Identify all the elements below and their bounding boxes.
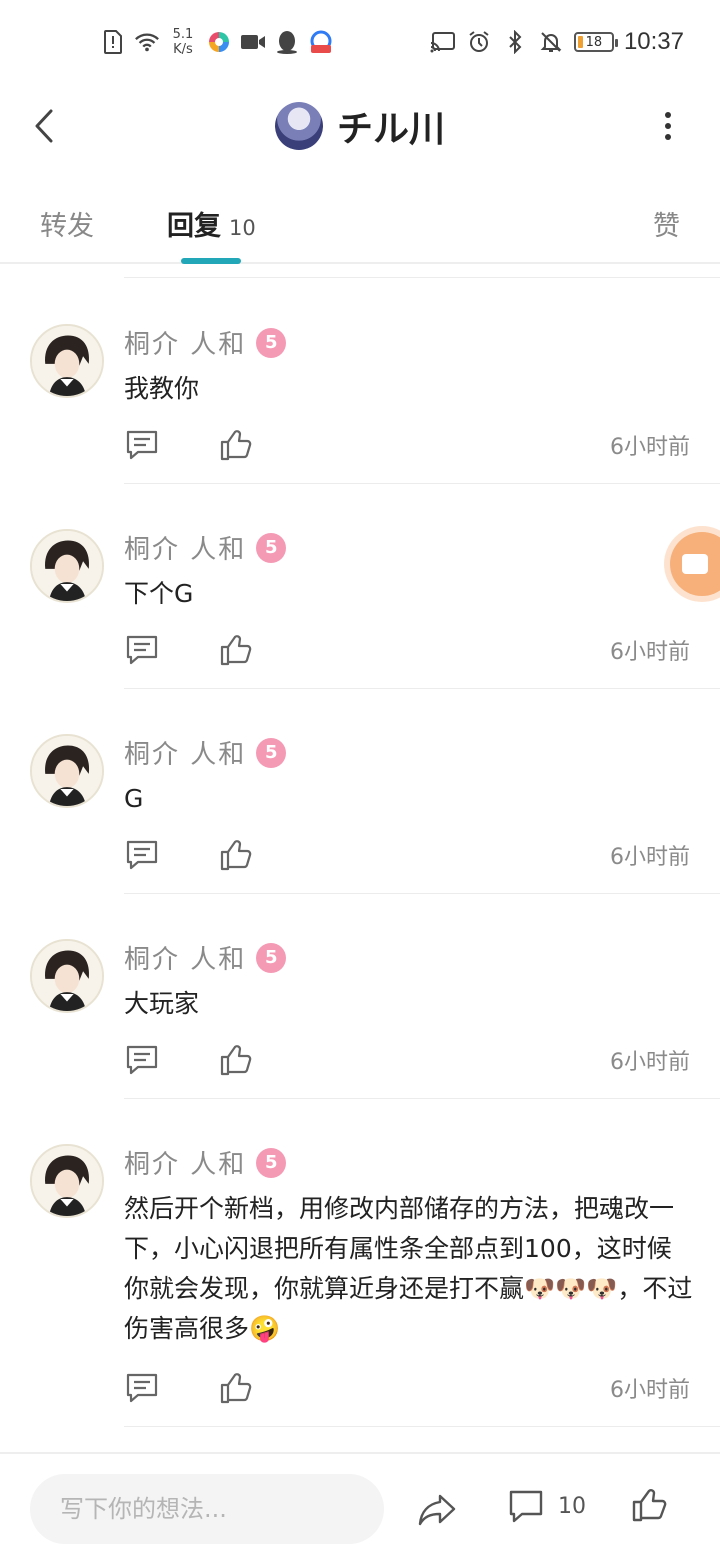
thumbs-up-icon[interactable] <box>218 837 254 873</box>
comment-bubble-icon <box>509 1490 543 1523</box>
list-item: 桐介 人和 5 然后开个新档，用修改内部储存的方法，把魂改一下，小心闪退把所有属性… <box>0 1098 720 1427</box>
reply-text: 大玩家 <box>124 989 200 1018</box>
share-arrow-icon[interactable] <box>416 1488 458 1530</box>
reply-actions: 6小时前 <box>124 632 690 668</box>
clock: 10:37 <box>623 28 684 55</box>
thumbs-up-icon[interactable] <box>218 632 254 668</box>
reply-actions: 6小时前 <box>124 1370 690 1406</box>
reply-text: 下个G <box>124 579 194 608</box>
thumbs-up-icon[interactable] <box>630 1486 668 1524</box>
more-button[interactable] <box>656 108 680 144</box>
baidu-app-icon <box>308 29 334 55</box>
comment-input[interactable] <box>30 1474 384 1544</box>
reply-count: 10 <box>229 216 256 240</box>
tab-bar: 转发 回复 10 赞 <box>0 168 720 264</box>
reply-author[interactable]: 桐介 人和 <box>124 1144 246 1181</box>
thumbs-up-icon[interactable] <box>218 1370 254 1406</box>
qq-penguin-icon <box>274 29 300 55</box>
status-bar: 5.1 K/s 18 10:37 <box>0 0 720 84</box>
more-vertical-icon <box>665 112 671 118</box>
reply-text: 我教你 <box>124 374 200 403</box>
list-item: 桐介 人和 5 G 6小时前 <box>0 688 720 894</box>
alarm-icon <box>466 29 492 55</box>
avatar[interactable] <box>30 324 104 398</box>
reply-author-row: 桐介 人和 5 <box>124 324 287 361</box>
reply-author[interactable]: 桐介 人和 <box>124 734 246 771</box>
level-badge: 5 <box>256 737 287 768</box>
reply-author[interactable]: 桐介 人和 <box>124 324 246 361</box>
mute-bell-icon <box>538 29 564 55</box>
avatar[interactable] <box>30 529 104 603</box>
page-title: チル川 <box>336 109 445 150</box>
comment-icon[interactable] <box>124 427 160 463</box>
video-camera-icon <box>240 29 266 55</box>
level-badge: 5 <box>256 1147 287 1178</box>
thumbs-up-icon[interactable] <box>218 1042 254 1078</box>
status-left: 5.1 K/s <box>100 24 334 60</box>
net-speed: 5.1 K/s <box>172 27 194 57</box>
tab-reply[interactable]: 回复 10 <box>167 204 256 243</box>
reply-time: 6小时前 <box>610 845 690 870</box>
list-item: 桐介 人和 5 下个G 6小时前 <box>0 483 720 689</box>
thumbs-up-icon[interactable] <box>218 427 254 463</box>
video-camera-icon <box>682 554 708 574</box>
reply-text: G <box>124 784 144 813</box>
title-group: チル川 <box>0 100 720 152</box>
reply-actions: 6小时前 <box>124 427 690 463</box>
comment-count-button[interactable]: 10 <box>508 1488 586 1524</box>
reply-author[interactable]: 桐介 人和 <box>124 529 246 566</box>
comment-icon[interactable] <box>124 1042 160 1078</box>
reply-time: 6小时前 <box>610 1378 690 1403</box>
comment-count: 10 <box>558 1493 586 1519</box>
level-badge: 5 <box>256 942 287 973</box>
bottom-bar: 10 <box>0 1452 720 1560</box>
reply-author-row: 桐介 人和 5 <box>124 1144 287 1181</box>
tab-indicator <box>181 258 241 264</box>
colorful-app-icon <box>206 29 232 55</box>
status-right: 18 10:37 <box>430 24 684 60</box>
reply-time: 6小时前 <box>610 435 690 460</box>
reply-text: 然后开个新档，用修改内部储存的方法，把魂改一下，小心闪退把所有属性条全部点到10… <box>124 1194 693 1343</box>
comment-icon[interactable] <box>124 632 160 668</box>
avatar[interactable] <box>30 1144 104 1218</box>
sim-alert-icon <box>100 29 126 55</box>
reply-author-row: 桐介 人和 5 <box>124 529 287 566</box>
reply-author-row: 桐介 人和 5 <box>124 734 287 771</box>
tab-forward[interactable]: 转发 <box>40 204 94 243</box>
reply-author-row: 桐介 人和 5 <box>124 939 287 976</box>
comment-icon[interactable] <box>124 837 160 873</box>
list-item: 桐介 人和 5 大玩家 6小时前 <box>0 893 720 1099</box>
reply-author[interactable]: 桐介 人和 <box>124 939 246 976</box>
reply-actions: 6小时前 <box>124 837 690 873</box>
tab-like[interactable]: 赞 <box>653 204 680 243</box>
battery-icon: 18 <box>573 32 618 52</box>
cast-icon <box>430 29 456 55</box>
avatar[interactable] <box>30 734 104 808</box>
wifi-icon <box>134 29 160 55</box>
avatar[interactable] <box>30 939 104 1013</box>
list-item: 桐介 人和 5 我教你 6小时前 <box>0 278 720 484</box>
author-avatar[interactable] <box>274 102 323 150</box>
reply-actions: 6小时前 <box>124 1042 690 1078</box>
level-badge: 5 <box>256 532 287 563</box>
reply-time: 6小时前 <box>610 640 690 665</box>
divider <box>124 1426 720 1427</box>
level-badge: 5 <box>256 327 287 358</box>
app-header: チル川 <box>0 84 720 168</box>
reply-list: 桐介 人和 5 我教你 6小时前 桐介 人和 5 下个G 6小时前 桐介 人和 5 G… <box>0 278 720 1427</box>
reply-time: 6小时前 <box>610 1050 690 1075</box>
bluetooth-icon <box>502 29 528 55</box>
comment-icon[interactable] <box>124 1370 160 1406</box>
